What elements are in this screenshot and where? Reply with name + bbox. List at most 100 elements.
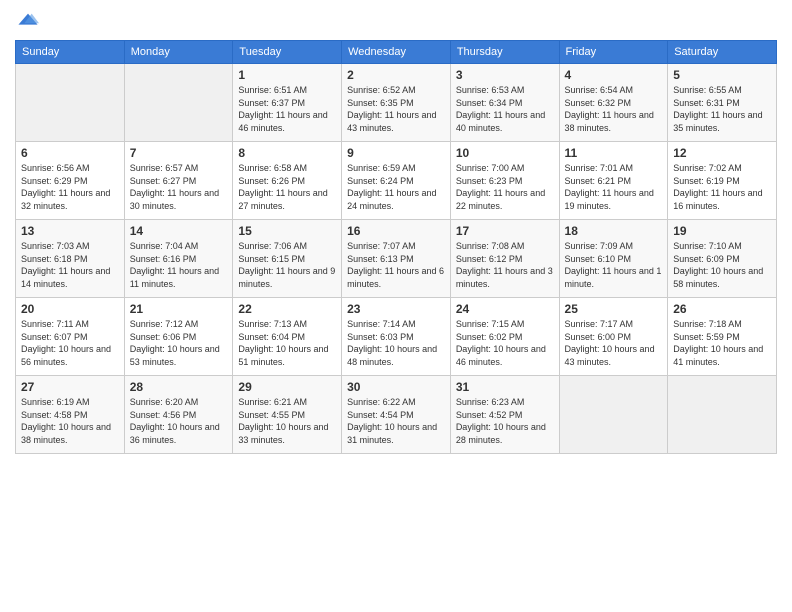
day-number: 11 bbox=[565, 146, 663, 160]
calendar-cell: 31Sunrise: 6:23 AMSunset: 4:52 PMDayligh… bbox=[450, 376, 559, 454]
calendar-week-5: 27 Sunrise: 6:19 AMSunset: 4:58 PMDayligh… bbox=[16, 376, 777, 454]
day-info: Sunrise: 6:23 AMSunset: 4:52 PMDaylight:… bbox=[456, 396, 554, 446]
day-number: 25 bbox=[565, 302, 663, 316]
calendar-cell: 10 Sunrise: 7:00 AMSunset: 6:23 PMDayligh… bbox=[450, 142, 559, 220]
day-info: Sunrise: 6:59 AMSunset: 6:24 PMDaylight:… bbox=[347, 162, 445, 212]
calendar-cell: 22 Sunrise: 7:13 AMSunset: 6:04 PMDayligh… bbox=[233, 298, 342, 376]
day-number: 1 bbox=[238, 68, 336, 82]
calendar-cell: 9 Sunrise: 6:59 AMSunset: 6:24 PMDaylight… bbox=[342, 142, 451, 220]
day-info: Sunrise: 7:17 AMSunset: 6:00 PMDaylight:… bbox=[565, 318, 663, 368]
day-number: 4 bbox=[565, 68, 663, 82]
day-info: Sunrise: 7:07 AMSunset: 6:13 PMDaylight:… bbox=[347, 240, 445, 290]
weekday-row: Sunday Monday Tuesday Wednesday Thursday… bbox=[16, 41, 777, 64]
page-header bbox=[15, 10, 777, 32]
calendar-cell: 13Sunrise: 7:03 AMSunset: 6:18 PMDayligh… bbox=[16, 220, 125, 298]
calendar-cell bbox=[559, 376, 668, 454]
day-number: 21 bbox=[130, 302, 228, 316]
header-friday: Friday bbox=[559, 41, 668, 64]
day-info: Sunrise: 7:13 AMSunset: 6:04 PMDaylight:… bbox=[238, 318, 336, 368]
day-number: 23 bbox=[347, 302, 445, 316]
calendar-cell: 25 Sunrise: 7:17 AMSunset: 6:00 PMDayligh… bbox=[559, 298, 668, 376]
day-number: 2 bbox=[347, 68, 445, 82]
header-monday: Monday bbox=[124, 41, 233, 64]
calendar-cell: 11 Sunrise: 7:01 AMSunset: 6:21 PMDayligh… bbox=[559, 142, 668, 220]
header-saturday: Saturday bbox=[668, 41, 777, 64]
calendar-cell: 7 Sunrise: 6:57 AMSunset: 6:27 PMDaylight… bbox=[124, 142, 233, 220]
calendar-cell: 24 Sunrise: 7:15 AMSunset: 6:02 PMDayligh… bbox=[450, 298, 559, 376]
calendar-cell: 23 Sunrise: 7:14 AMSunset: 6:03 PMDayligh… bbox=[342, 298, 451, 376]
day-number: 22 bbox=[238, 302, 336, 316]
logo bbox=[15, 10, 39, 32]
calendar-cell bbox=[124, 64, 233, 142]
day-info: Sunrise: 6:22 AMSunset: 4:54 PMDaylight:… bbox=[347, 396, 445, 446]
day-number: 18 bbox=[565, 224, 663, 238]
day-number: 7 bbox=[130, 146, 228, 160]
day-number: 20 bbox=[21, 302, 119, 316]
calendar-cell bbox=[668, 376, 777, 454]
day-info: Sunrise: 7:12 AMSunset: 6:06 PMDaylight:… bbox=[130, 318, 228, 368]
calendar-cell: 8 Sunrise: 6:58 AMSunset: 6:26 PMDaylight… bbox=[233, 142, 342, 220]
calendar-cell: 18 Sunrise: 7:09 AMSunset: 6:10 PMDayligh… bbox=[559, 220, 668, 298]
day-info: Sunrise: 6:20 AMSunset: 4:56 PMDaylight:… bbox=[130, 396, 228, 446]
day-number: 9 bbox=[347, 146, 445, 160]
calendar-header: Sunday Monday Tuesday Wednesday Thursday… bbox=[16, 41, 777, 64]
day-info: Sunrise: 6:56 AMSunset: 6:29 PMDaylight:… bbox=[21, 162, 119, 212]
day-info: Sunrise: 6:58 AMSunset: 6:26 PMDaylight:… bbox=[238, 162, 336, 212]
calendar-cell: 26Sunrise: 7:18 AMSunset: 5:59 PMDayligh… bbox=[668, 298, 777, 376]
day-number: 12 bbox=[673, 146, 771, 160]
day-number: 17 bbox=[456, 224, 554, 238]
calendar-page: Sunday Monday Tuesday Wednesday Thursday… bbox=[0, 0, 792, 612]
calendar-cell: 3Sunrise: 6:53 AMSunset: 6:34 PMDaylight… bbox=[450, 64, 559, 142]
calendar-cell: 20 Sunrise: 7:11 AMSunset: 6:07 PMDayligh… bbox=[16, 298, 125, 376]
calendar-cell: 16Sunrise: 7:07 AMSunset: 6:13 PMDayligh… bbox=[342, 220, 451, 298]
calendar-week-1: 1 Sunrise: 6:51 AMSunset: 6:37 PMDaylight… bbox=[16, 64, 777, 142]
calendar-cell: 17Sunrise: 7:08 AMSunset: 6:12 PMDayligh… bbox=[450, 220, 559, 298]
day-info: Sunrise: 7:10 AMSunset: 6:09 PMDaylight:… bbox=[673, 240, 771, 290]
calendar-cell: 21 Sunrise: 7:12 AMSunset: 6:06 PMDayligh… bbox=[124, 298, 233, 376]
day-number: 27 bbox=[21, 380, 119, 394]
calendar-cell: 30 Sunrise: 6:22 AMSunset: 4:54 PMDayligh… bbox=[342, 376, 451, 454]
day-number: 24 bbox=[456, 302, 554, 316]
day-info: Sunrise: 6:19 AMSunset: 4:58 PMDaylight:… bbox=[21, 396, 119, 446]
calendar-cell: 19 Sunrise: 7:10 AMSunset: 6:09 PMDayligh… bbox=[668, 220, 777, 298]
calendar-cell: 27 Sunrise: 6:19 AMSunset: 4:58 PMDayligh… bbox=[16, 376, 125, 454]
day-info: Sunrise: 7:09 AMSunset: 6:10 PMDaylight:… bbox=[565, 240, 663, 290]
calendar-cell: 14Sunrise: 7:04 AMSunset: 6:16 PMDayligh… bbox=[124, 220, 233, 298]
calendar-cell: 4Sunrise: 6:54 AMSunset: 6:32 PMDaylight… bbox=[559, 64, 668, 142]
day-number: 8 bbox=[238, 146, 336, 160]
day-number: 19 bbox=[673, 224, 771, 238]
day-info: Sunrise: 6:52 AMSunset: 6:35 PMDaylight:… bbox=[347, 84, 445, 134]
day-number: 28 bbox=[130, 380, 228, 394]
day-number: 6 bbox=[21, 146, 119, 160]
day-number: 15 bbox=[238, 224, 336, 238]
calendar-week-4: 20 Sunrise: 7:11 AMSunset: 6:07 PMDayligh… bbox=[16, 298, 777, 376]
calendar-cell: 15Sunrise: 7:06 AMSunset: 6:15 PMDayligh… bbox=[233, 220, 342, 298]
calendar-week-2: 6 Sunrise: 6:56 AMSunset: 6:29 PMDaylight… bbox=[16, 142, 777, 220]
calendar-week-3: 13Sunrise: 7:03 AMSunset: 6:18 PMDayligh… bbox=[16, 220, 777, 298]
day-info: Sunrise: 7:01 AMSunset: 6:21 PMDaylight:… bbox=[565, 162, 663, 212]
calendar-cell: 5 Sunrise: 6:55 AMSunset: 6:31 PMDaylight… bbox=[668, 64, 777, 142]
day-number: 5 bbox=[673, 68, 771, 82]
day-number: 13 bbox=[21, 224, 119, 238]
calendar-cell: 29 Sunrise: 6:21 AMSunset: 4:55 PMDayligh… bbox=[233, 376, 342, 454]
day-info: Sunrise: 6:55 AMSunset: 6:31 PMDaylight:… bbox=[673, 84, 771, 134]
day-info: Sunrise: 6:51 AMSunset: 6:37 PMDaylight:… bbox=[238, 84, 336, 134]
calendar-cell: 6 Sunrise: 6:56 AMSunset: 6:29 PMDaylight… bbox=[16, 142, 125, 220]
day-info: Sunrise: 6:57 AMSunset: 6:27 PMDaylight:… bbox=[130, 162, 228, 212]
calendar-cell: 1 Sunrise: 6:51 AMSunset: 6:37 PMDaylight… bbox=[233, 64, 342, 142]
header-thursday: Thursday bbox=[450, 41, 559, 64]
day-number: 10 bbox=[456, 146, 554, 160]
day-number: 14 bbox=[130, 224, 228, 238]
day-info: Sunrise: 7:02 AMSunset: 6:19 PMDaylight:… bbox=[673, 162, 771, 212]
day-info: Sunrise: 7:15 AMSunset: 6:02 PMDaylight:… bbox=[456, 318, 554, 368]
calendar-table: Sunday Monday Tuesday Wednesday Thursday… bbox=[15, 40, 777, 454]
day-info: Sunrise: 7:14 AMSunset: 6:03 PMDaylight:… bbox=[347, 318, 445, 368]
day-number: 29 bbox=[238, 380, 336, 394]
day-info: Sunrise: 7:00 AMSunset: 6:23 PMDaylight:… bbox=[456, 162, 554, 212]
day-number: 30 bbox=[347, 380, 445, 394]
calendar-cell: 28 Sunrise: 6:20 AMSunset: 4:56 PMDayligh… bbox=[124, 376, 233, 454]
calendar-cell bbox=[16, 64, 125, 142]
logo-icon bbox=[17, 10, 39, 32]
day-info: Sunrise: 6:21 AMSunset: 4:55 PMDaylight:… bbox=[238, 396, 336, 446]
day-info: Sunrise: 7:11 AMSunset: 6:07 PMDaylight:… bbox=[21, 318, 119, 368]
